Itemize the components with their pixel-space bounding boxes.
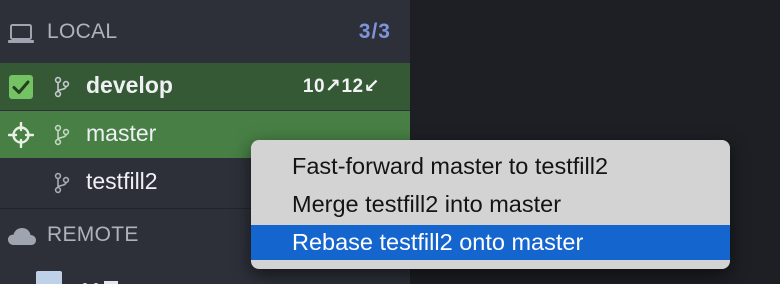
menu-item-merge[interactable]: Merge testfill2 into master — [251, 187, 730, 222]
ahead-behind-indicator: 10↗12↙ — [302, 76, 380, 97]
branch-icon — [53, 76, 71, 103]
menu-item-fast-forward[interactable]: Fast-forward master to testfill2 — [251, 149, 730, 184]
local-branch-count: 3/3 — [358, 20, 391, 43]
branch-context-menu: Fast-forward master to testfill2 Merge t… — [251, 140, 730, 269]
branch-icon — [53, 124, 71, 151]
crosshair-icon — [7, 121, 35, 149]
remote-repo-label-clipped[interactable] — [80, 270, 140, 284]
branch-name: master — [86, 120, 157, 146]
laptop-icon — [7, 23, 35, 50]
remote-section-label: REMOTE — [47, 223, 139, 246]
branch-icon — [53, 172, 71, 199]
branch-name: testfill2 — [86, 168, 158, 194]
checkbox-checked-icon — [8, 74, 34, 100]
menu-item-rebase[interactable]: Rebase testfill2 onto master — [251, 225, 730, 260]
cloud-icon — [7, 226, 37, 253]
local-section-label: LOCAL — [47, 20, 118, 43]
local-section-header[interactable]: LOCAL 3/3 — [0, 11, 410, 55]
branch-row-develop[interactable]: develop 10↗12↙ — [0, 63, 410, 110]
remote-repo-icon — [36, 271, 62, 284]
branch-name: develop — [86, 72, 173, 98]
